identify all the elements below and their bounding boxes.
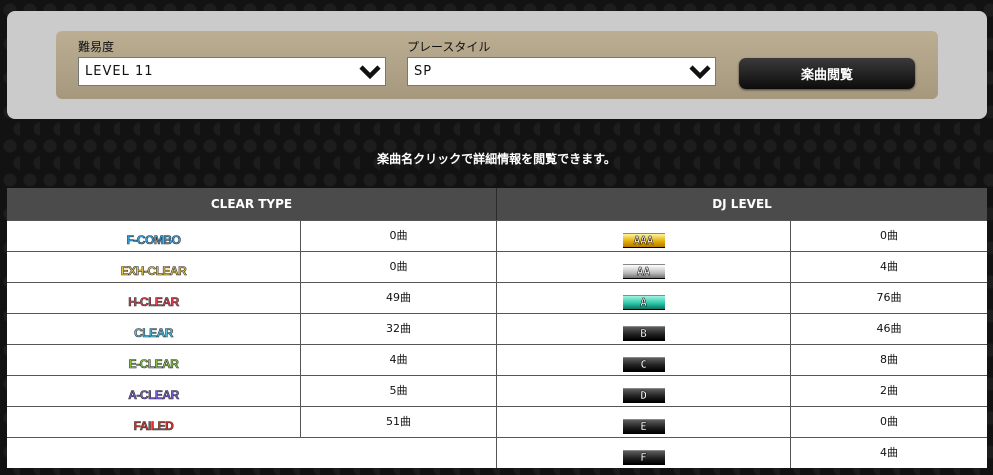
clear-type-count: 5曲: [301, 376, 497, 406]
dj-level-badge: AAA: [622, 232, 665, 248]
dj-level-badge: D: [622, 387, 665, 403]
table-row: A-CLEAR 5曲 D 2曲: [7, 375, 987, 406]
play-style-select[interactable]: SP: [407, 57, 716, 86]
difficulty-label: 難易度: [78, 40, 115, 54]
dj-level-count: 0曲: [880, 415, 898, 428]
dj-level-badge: C: [622, 356, 665, 372]
table-row: F-COMBO 0曲 AAA 0曲: [7, 220, 987, 251]
clear-type-label: F-COMBO: [126, 232, 181, 247]
clear-type-cell: A-CLEAR: [7, 376, 301, 406]
stats-table: CLEAR TYPE DJ LEVEL F-COMBO 0曲 AAA 0曲 EXH-CL…: [7, 188, 987, 475]
dj-level-badge: B: [622, 325, 665, 341]
clear-type-label: H-CLEAR: [128, 294, 180, 309]
clear-type-label: A-CLEAR: [128, 387, 180, 402]
dj-level-cell: E: [497, 407, 791, 437]
dj-level-cell: AA: [497, 252, 791, 282]
play-style-select-value: SP: [414, 64, 433, 79]
clear-type-count: 51曲: [301, 407, 497, 437]
filter-panel: 難易度 LEVEL 11 プレースタイル SP 楽曲閲覧: [7, 11, 987, 119]
table-row: FAILED 51曲 E 0曲: [7, 406, 987, 437]
clear-type-header: CLEAR TYPE: [7, 188, 497, 220]
clear-type-label: CLEAR: [134, 325, 174, 340]
notice-text: 楽曲名クリックで詳細情報を閲覧できます。: [377, 152, 616, 166]
clear-type-label: EXH-CLEAR: [120, 263, 187, 278]
clear-type-label: E-CLEAR: [128, 356, 179, 371]
dj-level-cell: B: [497, 314, 791, 344]
chevron-down-icon: [689, 65, 711, 80]
difficulty-select[interactable]: LEVEL 11: [78, 57, 386, 86]
play-style-label: プレースタイル: [407, 40, 491, 54]
clear-type-label: FAILED: [133, 418, 174, 433]
clear-type-cell: F-COMBO: [7, 221, 301, 251]
dj-level-header: DJ LEVEL: [497, 188, 987, 220]
filter-bar: 難易度 LEVEL 11 プレースタイル SP 楽曲閲覧: [56, 31, 938, 99]
clear-type-count: 4曲: [301, 345, 497, 375]
dj-level-cell: AAA: [497, 221, 791, 251]
dj-level-count: 4曲: [880, 446, 898, 459]
dj-level-cell: F: [497, 438, 791, 468]
table-row: H-CLEAR 49曲 A 76曲: [7, 282, 987, 313]
dj-level-count: 46曲: [876, 322, 902, 335]
dj-level-count: 8曲: [880, 353, 898, 366]
clear-type-count: 49曲: [301, 283, 497, 313]
table-row: CLEAR 32曲 B 46曲: [7, 313, 987, 344]
dj-level-cell: C: [497, 345, 791, 375]
clear-type-cell: E-CLEAR: [7, 345, 301, 375]
dj-level-cell: A: [497, 283, 791, 313]
clear-type-cell: H-CLEAR: [7, 283, 301, 313]
empty-cell: [7, 438, 497, 468]
dj-level-badge: AA: [622, 263, 665, 279]
dj-level-badge: F: [622, 449, 665, 465]
table-row: E-CLEAR 4曲 C 8曲: [7, 344, 987, 375]
dj-level-count: 0曲: [880, 229, 898, 242]
dj-level-badge: E: [622, 418, 665, 434]
dj-level-cell: D: [497, 376, 791, 406]
clear-type-cell: EXH-CLEAR: [7, 252, 301, 282]
dj-level-count: 2曲: [880, 384, 898, 397]
table-row: F 4曲: [7, 437, 987, 468]
dj-level-badge: A: [622, 294, 665, 310]
difficulty-select-value: LEVEL 11: [85, 64, 154, 79]
dj-level-count: 4曲: [880, 260, 898, 273]
table-row: EXH-CLEAR 0曲 AA 4曲: [7, 251, 987, 282]
dj-level-count: 76曲: [876, 291, 902, 304]
clear-type-cell: FAILED: [7, 407, 301, 437]
chevron-down-icon: [359, 65, 381, 80]
clear-type-count: 0曲: [301, 221, 497, 251]
clear-type-cell: CLEAR: [7, 314, 301, 344]
clear-type-count: 32曲: [301, 314, 497, 344]
clear-type-count: 0曲: [301, 252, 497, 282]
view-songs-button[interactable]: 楽曲閲覧: [739, 58, 915, 89]
